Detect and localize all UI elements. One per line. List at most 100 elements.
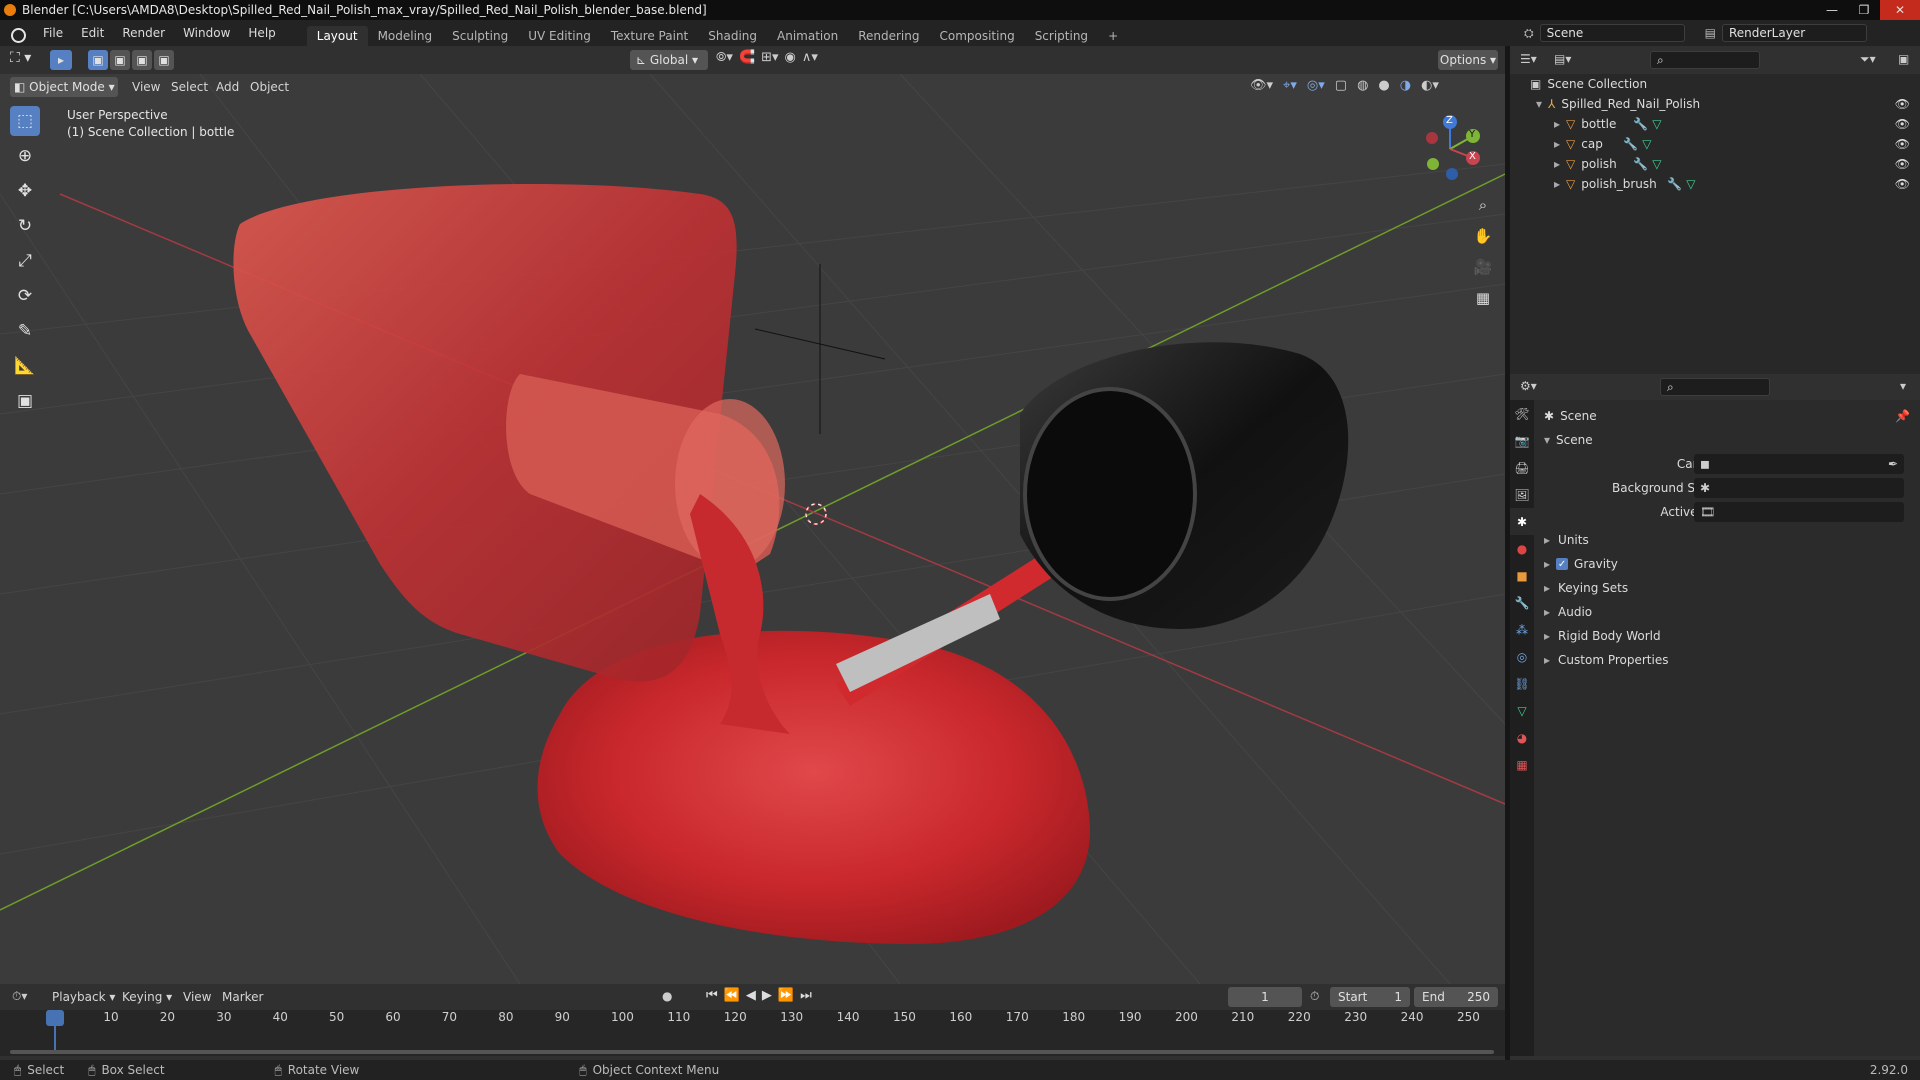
tab-shading[interactable]: Shading <box>698 26 767 46</box>
renderlayer-selector[interactable]: RenderLayer <box>1721 24 1867 42</box>
texture-tab-icon[interactable]: ▦ <box>1510 751 1534 778</box>
properties-search-input[interactable]: ⌕ <box>1660 378 1770 396</box>
outliner-scene-collection[interactable]: ▣ Scene Collection <box>1510 74 1920 94</box>
material-tab-icon[interactable]: ◕ <box>1510 724 1534 751</box>
play-icon[interactable]: ▶ <box>762 988 772 1003</box>
timeline-scrollbar[interactable] <box>10 1050 1494 1054</box>
close-button[interactable]: ✕ <box>1880 0 1920 20</box>
tab-scripting[interactable]: Scripting <box>1025 26 1098 46</box>
blender-menu-icon[interactable] <box>10 25 26 43</box>
xray-icon[interactable]: ▢ <box>1335 78 1347 93</box>
scene-panel-header[interactable]: ▾ Scene <box>1534 428 1920 452</box>
falloff-icon[interactable]: ∧▾ <box>802 50 818 65</box>
outliner-object-polish-brush[interactable]: ▸ ▽ polish_brush 🔧 ▽ 👁 <box>1510 174 1920 194</box>
eyedropper-icon[interactable]: ✒ <box>1888 457 1898 471</box>
physics-tab-icon[interactable]: ◎ <box>1510 643 1534 670</box>
play-reverse-icon[interactable]: ◀ <box>746 988 756 1003</box>
jump-start-icon[interactable]: ⏮ <box>706 988 718 1003</box>
gravity-panel-header[interactable]: ▸ ✓ Gravity <box>1534 552 1920 576</box>
world-tab-icon[interactable]: ● <box>1510 535 1534 562</box>
ortho-grid-icon[interactable]: ▦ <box>1470 285 1496 311</box>
chevron-right-icon[interactable]: ▸ <box>1554 157 1560 171</box>
tab-sculpting[interactable]: Sculpting <box>442 26 518 46</box>
timeline-editor-icon[interactable]: ⏱▾ <box>12 989 27 1004</box>
active-clip-field[interactable]: 🎞 <box>1694 502 1904 522</box>
measure-tool-icon[interactable]: 📐 <box>10 351 40 381</box>
menu-timeline-view[interactable]: View <box>183 990 211 1004</box>
record-icon[interactable]: ● <box>662 989 672 1003</box>
annotate-tool-icon[interactable]: ✎ <box>10 316 40 346</box>
mesh-data-icon[interactable]: ▽ <box>1652 157 1661 171</box>
menu-file[interactable]: File <box>34 26 72 40</box>
end-frame-field[interactable]: End 250 <box>1414 987 1498 1007</box>
tab-compositing[interactable]: Compositing <box>929 26 1024 46</box>
transform-orientation-dropdown[interactable]: ⊾ Global ▾ <box>630 50 708 70</box>
particles-tab-icon[interactable]: ⁂ <box>1510 616 1534 643</box>
chevron-down-icon[interactable]: ▾ <box>1536 97 1542 111</box>
menu-keying[interactable]: Keying ▾ <box>122 990 172 1004</box>
pan-hand-icon[interactable]: ✋ <box>1470 223 1496 249</box>
mesh-data-icon[interactable]: ▽ <box>1642 137 1651 151</box>
menu-help[interactable]: Help <box>239 26 284 40</box>
menu-window[interactable]: Window <box>174 26 239 40</box>
select-subtract-icon[interactable]: ▣ <box>132 50 152 70</box>
overlay-toggle-icon[interactable]: ◎▾ <box>1307 78 1325 93</box>
modifier-wrench-icon[interactable]: 🔧 <box>1633 117 1648 131</box>
material-shading-icon[interactable]: ◑ <box>1400 78 1411 93</box>
timeline-ruler[interactable]: 10 20 30 40 50 60 70 80 90 100 110 120 130 140 150 160 1… <box>0 1010 1505 1056</box>
menu-add[interactable]: Add <box>216 80 239 94</box>
new-collection-icon[interactable]: ▣ <box>1898 52 1909 66</box>
custom-properties-panel-header[interactable]: ▸ Custom Properties <box>1534 648 1920 672</box>
chevron-right-icon[interactable]: ▸ <box>1554 117 1560 131</box>
chevron-right-icon[interactable]: ▸ <box>1554 177 1560 191</box>
add-cube-tool-icon[interactable]: ▣ <box>10 386 40 416</box>
visibility-eye-icon[interactable]: 👁 <box>1895 97 1910 111</box>
gizmo-toggle-icon[interactable]: ⌖▾ <box>1283 78 1297 93</box>
view-layer-tab-icon[interactable]: 🖼 <box>1510 481 1534 508</box>
mesh-data-icon[interactable]: ▽ <box>1686 177 1695 191</box>
visibility-eye-icon[interactable]: 👁 <box>1895 177 1910 191</box>
maximize-button[interactable]: ❐ <box>1848 0 1880 20</box>
tab-layout[interactable]: Layout <box>306 26 368 46</box>
snap-icon[interactable]: 🧲 <box>739 50 755 65</box>
output-tab-icon[interactable]: 🖨 <box>1510 454 1534 481</box>
scale-tool-icon[interactable]: ⤢ <box>10 246 40 276</box>
wireframe-shading-icon[interactable]: ◍ <box>1357 78 1368 93</box>
modifier-wrench-icon[interactable]: 🔧 <box>1623 137 1638 151</box>
chevron-right-icon[interactable]: ▸ <box>1554 137 1560 151</box>
preview-range-icon[interactable]: ⏱ <box>1310 989 1319 1004</box>
pin-icon[interactable]: 📌 <box>1895 409 1910 423</box>
tab-texture-paint[interactable]: Texture Paint <box>601 26 698 46</box>
move-tool-icon[interactable]: ✥ <box>10 176 40 206</box>
modifier-wrench-icon[interactable]: 🔧 <box>1633 157 1648 171</box>
properties-editor-icon[interactable]: ⚙▾ <box>1520 379 1537 393</box>
outliner-search-input[interactable]: ⌕ <box>1650 51 1760 69</box>
select-tool-icon[interactable]: ▸ <box>50 50 72 70</box>
tool-tab-icon[interactable]: 🛠 <box>1510 400 1534 427</box>
display-mode-icon[interactable]: ▤▾ <box>1554 52 1571 66</box>
select-new-icon[interactable]: ▣ <box>88 50 108 70</box>
visibility-eye-icon[interactable]: 👁 <box>1895 157 1910 171</box>
modifier-wrench-icon[interactable]: 🔧 <box>1667 177 1682 191</box>
menu-playback[interactable]: Playback ▾ <box>52 990 115 1004</box>
menu-view[interactable]: View <box>132 80 160 94</box>
transform-tool-icon[interactable]: ⟳ <box>10 281 40 311</box>
visibility-eye-icon[interactable]: 👁 <box>1895 117 1910 131</box>
next-keyframe-icon[interactable]: ⏩ <box>778 988 794 1003</box>
prev-keyframe-icon[interactable]: ⏪ <box>724 988 740 1003</box>
camera-view-icon[interactable]: 🎥 <box>1470 254 1496 280</box>
current-frame-field[interactable]: 1 <box>1228 987 1302 1007</box>
gravity-checkbox[interactable]: ✓ <box>1556 558 1569 570</box>
add-workspace-button[interactable]: + <box>1098 26 1128 46</box>
navigation-gizmo[interactable]: Z Y X <box>1415 114 1485 184</box>
audio-panel-header[interactable]: ▸ Audio <box>1534 600 1920 624</box>
scene-tab-icon[interactable]: ✱ <box>1510 508 1534 535</box>
render-tab-icon[interactable]: 📷 <box>1510 427 1534 454</box>
background-scene-field[interactable]: ✱ <box>1694 478 1904 498</box>
filter-icon[interactable]: ⏷▾ <box>1860 52 1876 67</box>
tab-animation[interactable]: Animation <box>767 26 848 46</box>
rotate-tool-icon[interactable]: ↻ <box>10 211 40 241</box>
outliner-object-polish[interactable]: ▸ ▽ polish 🔧 ▽ 👁 <box>1510 154 1920 174</box>
modifier-tab-icon[interactable]: 🔧 <box>1510 589 1534 616</box>
tab-uv-editing[interactable]: UV Editing <box>518 26 601 46</box>
